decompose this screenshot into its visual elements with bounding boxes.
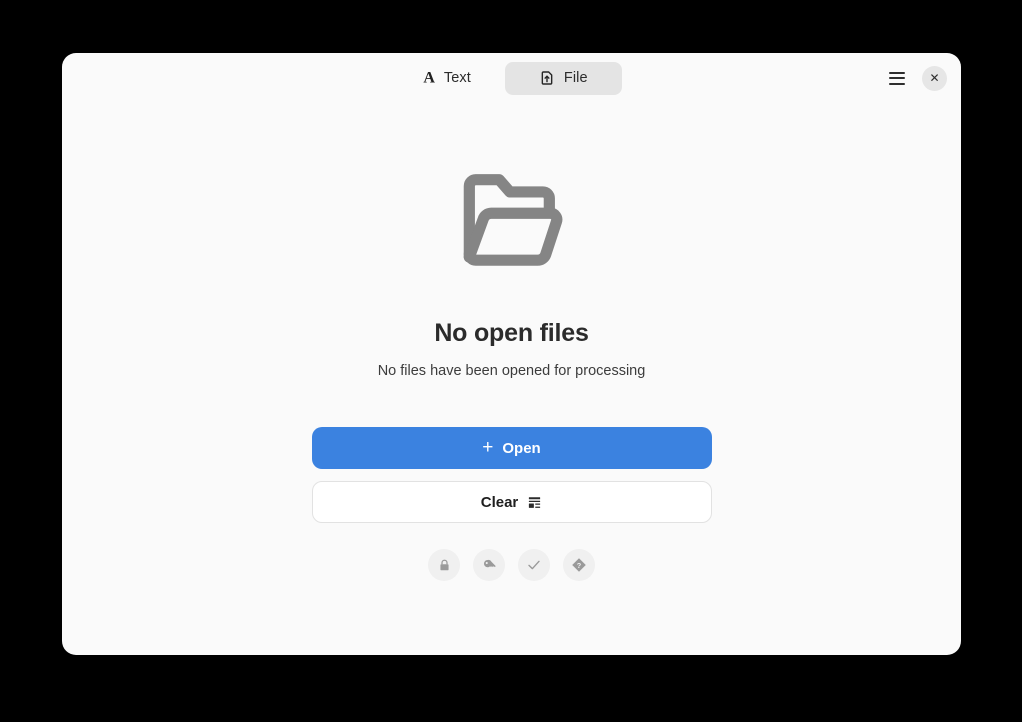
window-controls: ✕: [884, 65, 947, 91]
file-upload-icon: [539, 70, 555, 86]
tab-text[interactable]: A Text: [401, 62, 493, 95]
page-title: No open files: [434, 319, 589, 347]
open-button[interactable]: + Open: [311, 427, 712, 469]
lock-icon[interactable]: [428, 549, 460, 581]
tab-file-label: File: [563, 70, 588, 86]
tab-file[interactable]: File: [504, 61, 622, 95]
mode-tab-group: A Text File: [401, 61, 622, 95]
list-layout-icon: [527, 495, 542, 510]
app-window: A Text File ✕ No open files No files hav…: [62, 53, 961, 655]
clear-button-label: Clear: [480, 493, 519, 511]
svg-text:?: ?: [577, 561, 582, 570]
hamburger-bar: [889, 71, 905, 74]
hamburger-menu-icon[interactable]: [884, 65, 910, 91]
clear-button[interactable]: Clear: [311, 481, 712, 523]
open-button-label: Open: [502, 439, 541, 457]
hamburger-bar: [889, 82, 905, 85]
page-subtitle: No files have been opened for processing: [377, 363, 646, 379]
tab-text-label: Text: [443, 70, 471, 86]
help-diamond-icon[interactable]: ?: [563, 549, 595, 581]
action-button-group: + Open Clear: [311, 427, 712, 523]
serif-a-icon: A: [423, 69, 435, 87]
key-icon[interactable]: [473, 549, 505, 581]
plus-icon: +: [482, 436, 494, 458]
hamburger-bar: [889, 77, 905, 79]
close-icon[interactable]: ✕: [922, 65, 947, 91]
window-header: A Text File ✕: [62, 53, 961, 103]
check-icon[interactable]: [518, 549, 550, 581]
status-icon-row: ?: [428, 549, 595, 581]
empty-state-panel: No open files No files have been opened …: [62, 103, 961, 655]
open-folder-icon: [448, 153, 576, 286]
